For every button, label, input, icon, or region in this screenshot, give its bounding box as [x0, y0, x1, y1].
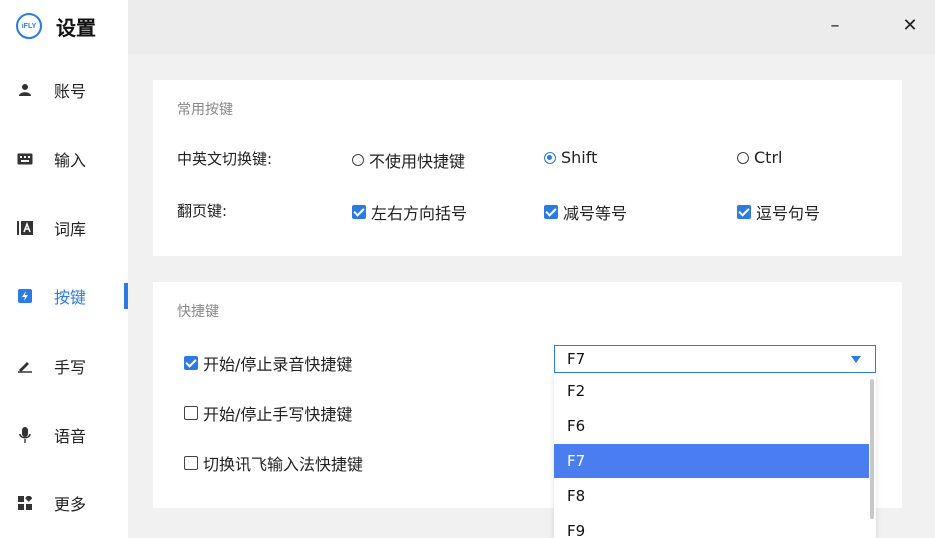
pen-icon [17, 358, 33, 374]
dropdown-list: F2 F6 F7 F8 F9 [554, 374, 876, 538]
dropdown-option[interactable]: F6 [554, 409, 869, 443]
check-comma-period[interactable]: 逗号句号 [737, 200, 820, 224]
checkbox-unchecked-icon [184, 456, 198, 470]
checkbox-label: 开始/停止录音快捷键 [203, 355, 353, 374]
active-indicator [124, 283, 128, 309]
radio-shift[interactable]: Shift [544, 148, 597, 167]
dropdown-option[interactable]: F9 [554, 514, 869, 538]
radio-label: 不使用快捷键 [369, 152, 466, 171]
sidebar-item-input[interactable]: 输入 [0, 141, 128, 177]
checkbox-checked-icon [184, 356, 198, 370]
scrollbar[interactable] [870, 379, 874, 519]
radio-ctrl[interactable]: Ctrl [737, 148, 782, 167]
check-switch-ime-shortcut[interactable]: 切换讯飞输入法快捷键 [184, 451, 363, 475]
sidebar-item-more[interactable]: 更多 [0, 485, 128, 521]
radio-label: Shift [561, 148, 598, 167]
sidebar-item-label: 账号 [54, 82, 87, 101]
option-label: F8 [567, 487, 586, 505]
sidebar-item-voice[interactable]: 语音 [0, 417, 128, 453]
checkbox-label: 左右方向括号 [371, 204, 468, 223]
common-keys-card: 常用按键 中英文切换键: 不使用快捷键 Shift Ctrl 翻页键: 左右方向… [153, 80, 902, 256]
sidebar-item-label: 输入 [54, 151, 87, 170]
sidebar-item-label: 词库 [54, 220, 87, 239]
sidebar-item-account[interactable]: 账号 [0, 72, 128, 108]
sidebar: iFLY 设置 账号 输入 词库 按键 手写 语音 更多 [0, 0, 128, 538]
lightning-key-icon [17, 288, 33, 304]
option-label: F6 [567, 417, 586, 435]
dropdown-option-selected[interactable]: F7 [554, 444, 869, 478]
keyboard-icon [17, 151, 33, 167]
check-record-shortcut[interactable]: 开始/停止录音快捷键 [184, 351, 352, 375]
checkbox-checked-icon [544, 205, 558, 219]
checkbox-label: 减号等号 [563, 204, 628, 223]
sidebar-item-label: 语音 [54, 427, 87, 446]
grid-more-icon [17, 495, 33, 511]
ifly-logo: iFLY [16, 13, 42, 39]
checkbox-label: 切换讯飞输入法快捷键 [203, 455, 364, 474]
brand: iFLY 设置 [16, 12, 96, 40]
title-bar: – ✕ [128, 0, 935, 54]
checkbox-label: 开始/停止手写快捷键 [203, 405, 353, 424]
sidebar-item-handwriting[interactable]: 手写 [0, 348, 128, 384]
microphone-icon [17, 427, 33, 443]
radio-label: Ctrl [754, 148, 783, 167]
option-label: F7 [567, 452, 586, 470]
user-icon [17, 82, 33, 98]
sidebar-item-label: 更多 [54, 495, 87, 514]
sidebar-item-keys[interactable]: 按键 [0, 278, 128, 314]
close-button[interactable]: ✕ [898, 14, 922, 38]
radio-off-icon [352, 154, 364, 166]
radio-no-shortcut[interactable]: 不使用快捷键 [352, 148, 465, 172]
check-brackets[interactable]: 左右方向括号 [352, 200, 467, 224]
section-title: 常用按键 [177, 102, 233, 118]
record-shortcut-select[interactable]: F7 [554, 345, 876, 373]
sidebar-item-dictionary[interactable]: 词库 [0, 210, 128, 246]
chevron-down-icon [851, 356, 861, 363]
app-title: 设置 [56, 15, 96, 40]
page-key-label: 翻页键: [177, 202, 228, 220]
radio-on-icon [544, 151, 556, 164]
option-label: F2 [567, 382, 586, 400]
option-label: F9 [567, 522, 586, 538]
section-title: 快捷键 [177, 304, 219, 320]
checkbox-label: 逗号句号 [756, 204, 821, 223]
minimize-button[interactable]: – [823, 14, 847, 38]
checkbox-checked-icon [352, 205, 366, 219]
sidebar-item-label: 手写 [54, 358, 87, 377]
switch-key-label: 中英文切换键: [177, 150, 273, 168]
check-handwriting-shortcut[interactable]: 开始/停止手写快捷键 [184, 401, 352, 425]
checkbox-unchecked-icon [184, 406, 198, 420]
sidebar-item-label: 按键 [54, 288, 87, 307]
dropdown-option[interactable]: F2 [554, 374, 869, 408]
dictionary-icon [17, 220, 33, 236]
check-minus-equal[interactable]: 减号等号 [544, 200, 627, 224]
radio-off-icon [737, 151, 749, 164]
checkbox-checked-icon [737, 205, 751, 219]
select-value: F7 [567, 350, 586, 368]
dropdown-option[interactable]: F8 [554, 479, 869, 513]
